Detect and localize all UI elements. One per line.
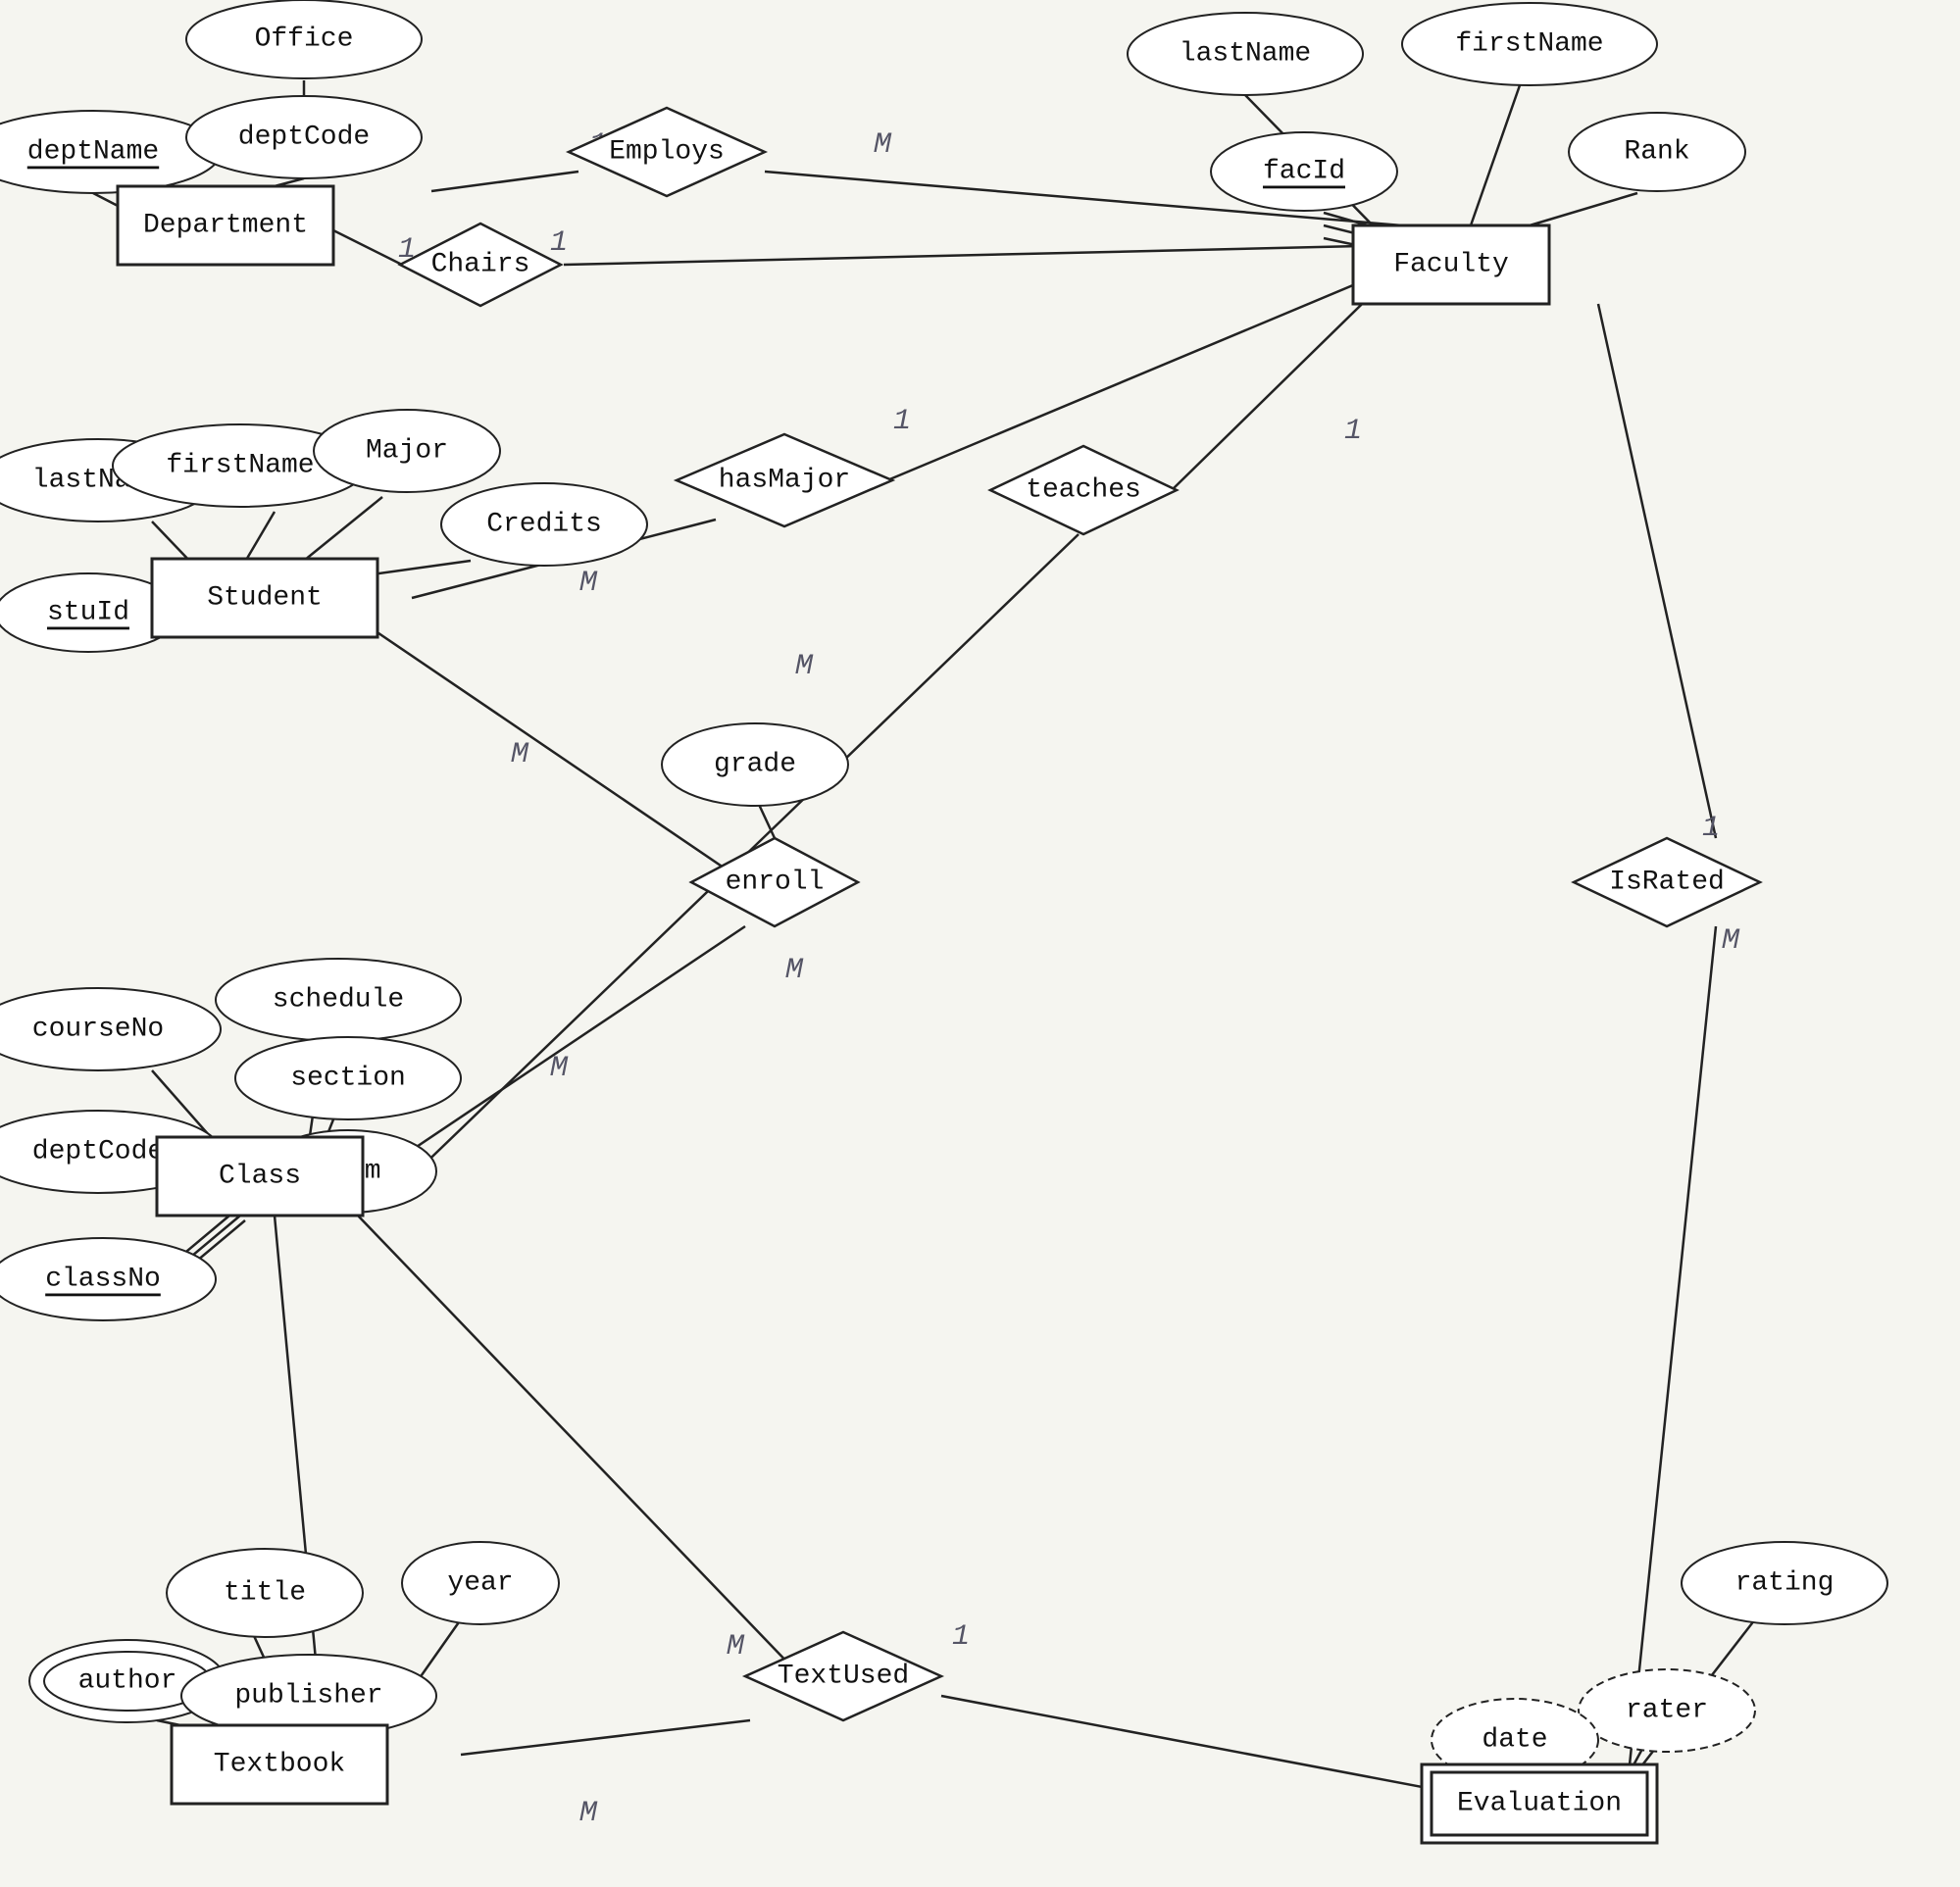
rel-hasmajor-label: hasMajor xyxy=(719,466,850,496)
entity-department-label: Department xyxy=(143,211,308,241)
attr-cls-deptcode-label: deptCode xyxy=(32,1137,164,1167)
conn-dept-employs xyxy=(431,172,578,191)
mult-textused-txt: M xyxy=(579,1797,598,1830)
conn-txt-textused xyxy=(461,1720,750,1755)
attr-cls-courseno-label: courseNo xyxy=(32,1015,164,1045)
entity-student-label: Student xyxy=(207,583,323,614)
rel-chairs-label: Chairs xyxy=(431,250,530,280)
mult-chairs-fac: 1 xyxy=(550,226,568,260)
mult-hasmajor-stu: M xyxy=(579,567,598,600)
conn-class-textused xyxy=(358,1216,843,1720)
attr-fac-lastname-label: lastName xyxy=(1180,39,1311,70)
conn-israted-eval xyxy=(1628,926,1716,1784)
mult-enroll-class: M xyxy=(550,1052,569,1085)
mult-textused-class: M xyxy=(727,1630,745,1664)
conn-hasmajor-fac xyxy=(887,265,1402,480)
mult-employs-fac: M xyxy=(874,128,892,162)
rel-textused-label: TextUsed xyxy=(778,1662,909,1692)
attr-office-label: Office xyxy=(255,25,354,55)
mult-hasmajor-fac: 1 xyxy=(893,405,911,438)
attr-txt-author-label: author xyxy=(78,1666,177,1697)
attr-eval-rating-label: rating xyxy=(1735,1568,1834,1599)
rel-teaches-label: teaches xyxy=(1026,475,1141,506)
attr-stu-firstname-label: firstName xyxy=(166,451,314,481)
attr-cls-schedule-label: schedule xyxy=(273,985,404,1016)
mult-israted-eval: M xyxy=(1722,924,1740,958)
attr-stu-stuid-label: stuId xyxy=(47,598,129,628)
attr-fac-facid-label: facId xyxy=(1263,157,1345,187)
attr-enroll-grade-label: grade xyxy=(714,750,796,780)
mult-israted-fac: 1 xyxy=(1702,812,1720,845)
attr-stu-major-label: Major xyxy=(366,436,448,467)
mult-enroll-m: M xyxy=(785,954,804,987)
attr-txt-publisher-label: publisher xyxy=(234,1681,382,1712)
mult-teaches-class: M xyxy=(795,650,814,683)
attr-cls-section-label: section xyxy=(290,1064,406,1094)
mult-enroll-stu: M xyxy=(511,738,529,771)
conn-fac-israted xyxy=(1598,304,1716,838)
attr-eval-date-label: date xyxy=(1482,1725,1547,1756)
mult-textused-1: 1 xyxy=(952,1620,970,1654)
attr-fac-rank-label: Rank xyxy=(1624,137,1689,168)
entity-class-label: Class xyxy=(219,1162,301,1192)
attr-txt-year-label: year xyxy=(447,1568,513,1599)
attr-txt-title-label: title xyxy=(224,1578,306,1609)
attr-fac-firstname-label: firstName xyxy=(1455,29,1603,60)
attr-cls-classno-label: classNo xyxy=(45,1265,161,1295)
conn-fac-firstname xyxy=(1471,85,1520,225)
entity-evaluation-label: Evaluation xyxy=(1457,1789,1622,1819)
conn-dept-chairs xyxy=(324,225,402,265)
conn-fac-rank xyxy=(1530,193,1637,225)
entity-textbook-label: Textbook xyxy=(214,1750,345,1780)
entity-faculty-label: Faculty xyxy=(1393,250,1509,280)
mult-teaches-fac: 1 xyxy=(1344,415,1362,448)
attr-deptname-label: deptName xyxy=(27,137,159,168)
attr-deptcode-label: deptCode xyxy=(238,123,370,153)
attr-stu-credits-label: Credits xyxy=(486,510,602,540)
attr-eval-rater-label: rater xyxy=(1626,1696,1708,1726)
er-diagram: 1 M 1 1 M 1 1 M M M M M 1 M 1 M Office d… xyxy=(0,0,1960,1887)
rel-enroll-label: enroll xyxy=(726,868,825,898)
conn-chairs-fac xyxy=(564,245,1402,265)
rel-employs-label: Employs xyxy=(609,137,725,168)
rel-israted-label: IsRated xyxy=(1609,868,1725,898)
